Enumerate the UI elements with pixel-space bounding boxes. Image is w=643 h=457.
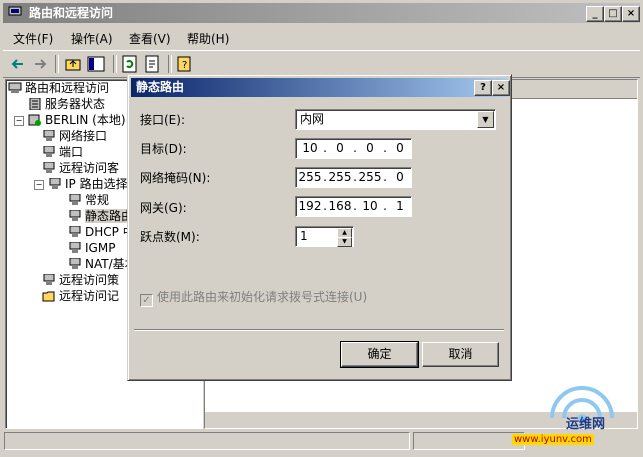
interface-label: 接口(E): bbox=[140, 113, 185, 127]
cancel-button[interactable]: 取消 bbox=[422, 342, 499, 367]
menu-file[interactable]: 文件(F) bbox=[13, 30, 53, 47]
status-cell-secondary bbox=[413, 432, 525, 450]
maximize-button[interactable]: □ bbox=[604, 6, 622, 22]
menu-help[interactable]: 帮助(H) bbox=[187, 30, 229, 47]
gateway-label: 网关(G): bbox=[140, 201, 187, 215]
main-titlebar: 路由和远程访问 _ □ × bbox=[3, 3, 640, 23]
server-status-icon bbox=[29, 98, 41, 110]
general-icon bbox=[69, 194, 81, 205]
nat-icon bbox=[69, 258, 81, 269]
tree-item-root[interactable]: 路由和远程访问 bbox=[8, 80, 109, 96]
hops-stepper[interactable]: 1 ▲ ▼ bbox=[295, 226, 354, 247]
ip-octet[interactable]: 0 bbox=[358, 139, 382, 158]
gateway-ip-field[interactable]: 192. 168. 10. 1 bbox=[295, 196, 412, 217]
dialog-title: 静态路由 bbox=[136, 80, 185, 94]
forward-arrow-icon[interactable] bbox=[30, 54, 50, 74]
tree-item-dhcp[interactable]: DHCP 中 bbox=[68, 224, 135, 240]
network-icon bbox=[43, 130, 55, 141]
status-cell-main bbox=[4, 432, 410, 450]
svg-text:?: ? bbox=[182, 60, 187, 71]
ip-octet[interactable]: 0 bbox=[388, 139, 412, 158]
ip-octet[interactable]: 255 bbox=[358, 168, 382, 187]
interface-select[interactable]: 内网 ▼ bbox=[295, 109, 496, 130]
toolbar-separator bbox=[113, 55, 117, 73]
interface-value: 内网 bbox=[300, 112, 325, 126]
ip-octet[interactable]: 255 bbox=[298, 168, 322, 187]
refresh-icon[interactable] bbox=[120, 54, 140, 74]
tree-item-remote-access-logging[interactable]: 远程访问记 bbox=[42, 288, 119, 304]
menu-bar: 文件(F) 操作(A) 查看(V) 帮助(H) bbox=[3, 27, 640, 47]
tree-item-general[interactable]: 常规 bbox=[68, 192, 109, 208]
watermark-logo: 运维网 www.iyunv.com bbox=[512, 368, 640, 454]
policies-icon bbox=[43, 274, 55, 285]
hops-value: 1 bbox=[300, 229, 308, 243]
window-title: 路由和远程访问 bbox=[29, 6, 114, 20]
netmask-ip-field[interactable]: 255. 255. 255. 0 bbox=[295, 167, 412, 188]
igmp-icon bbox=[69, 242, 81, 253]
dialog-titlebar: 静态路由 ? × bbox=[131, 78, 510, 97]
ip-octet[interactable]: 10 bbox=[298, 139, 322, 158]
tree-item-server[interactable]: BERLIN (本地) bbox=[28, 112, 126, 128]
destination-ip-field[interactable]: 10. 0. 0. 0 bbox=[295, 138, 412, 159]
close-button[interactable]: × bbox=[622, 6, 640, 22]
ports-icon bbox=[43, 146, 55, 157]
ok-button[interactable]: 确定 bbox=[340, 341, 419, 368]
ip-octet[interactable]: 0 bbox=[388, 168, 412, 187]
tree-item-remote-clients[interactable]: 远程访问客 bbox=[42, 160, 119, 176]
tree-item-ports[interactable]: 端口 bbox=[42, 144, 83, 160]
tree-item-ip-routing[interactable]: IP 路由选择 bbox=[48, 176, 128, 192]
watermark-url: www.iyunv.com bbox=[512, 434, 594, 445]
static-routes-icon bbox=[69, 210, 81, 221]
routing-app-icon bbox=[8, 6, 22, 19]
routing-root-icon bbox=[8, 82, 22, 93]
spin-down-icon[interactable]: ▼ bbox=[337, 237, 352, 247]
tree-item-static-routes[interactable]: 静态路由 bbox=[68, 208, 134, 224]
destination-label: 目标(D): bbox=[140, 142, 187, 156]
menu-action[interactable]: 操作(A) bbox=[71, 30, 113, 47]
netmask-label: 网络掩码(N): bbox=[140, 171, 211, 185]
ip-octet[interactable]: 10 bbox=[358, 197, 382, 216]
folder-icon bbox=[42, 291, 55, 302]
ip-octet[interactable]: 0 bbox=[328, 139, 352, 158]
menu-view[interactable]: 查看(V) bbox=[129, 30, 171, 47]
chevron-down-icon[interactable]: ▼ bbox=[477, 111, 494, 128]
tree-item-server-status[interactable]: 服务器状态 bbox=[28, 96, 105, 112]
tree-item-remote-access-policies[interactable]: 远程访问策 bbox=[42, 272, 119, 288]
ip-octet[interactable]: 192 bbox=[298, 197, 322, 216]
toolbar-separator bbox=[168, 55, 172, 73]
ip-octet[interactable]: 1 bbox=[388, 197, 412, 216]
ip-routing-icon bbox=[49, 178, 61, 189]
watermark-text: 运维网 bbox=[566, 417, 606, 432]
demand-dial-checkbox[interactable]: ✓ 使用此路由来初始化请求拨号式连接(U) bbox=[140, 288, 367, 307]
remote-clients-icon bbox=[43, 162, 55, 173]
tree-item-igmp[interactable]: IGMP bbox=[68, 240, 115, 256]
dhcp-icon bbox=[69, 226, 81, 237]
up-level-icon[interactable] bbox=[63, 54, 83, 74]
checkbox-mark-icon[interactable]: ✓ bbox=[140, 294, 153, 307]
ip-octet[interactable]: 255 bbox=[328, 168, 352, 187]
checkbox-label: 使用此路由来初始化请求拨号式连接(U) bbox=[157, 290, 368, 304]
export-list-icon[interactable] bbox=[143, 54, 163, 74]
back-arrow-icon[interactable] bbox=[8, 54, 28, 74]
help-properties-icon[interactable]: ? bbox=[175, 54, 195, 74]
show-hide-tree-icon[interactable] bbox=[86, 54, 106, 74]
hops-label: 跃点数(M): bbox=[140, 230, 200, 244]
server-green-icon bbox=[28, 114, 41, 126]
minimize-button[interactable]: _ bbox=[586, 6, 604, 22]
tree-item-network-interfaces[interactable]: 网络接口 bbox=[42, 128, 107, 144]
static-route-dialog: 静态路由 ? × 接口(E): 内网 ▼ 目标(D): 10. 0. 0. 0 … bbox=[127, 74, 512, 381]
expand-collapse-toggle[interactable]: − bbox=[14, 116, 24, 126]
help-button[interactable]: ? bbox=[474, 80, 492, 96]
toolbar-separator bbox=[55, 55, 59, 73]
dialog-separator bbox=[134, 329, 504, 331]
expand-collapse-toggle[interactable]: − bbox=[34, 180, 44, 190]
ip-octet[interactable]: 168 bbox=[328, 197, 352, 216]
dialog-close-button[interactable]: × bbox=[492, 80, 510, 96]
